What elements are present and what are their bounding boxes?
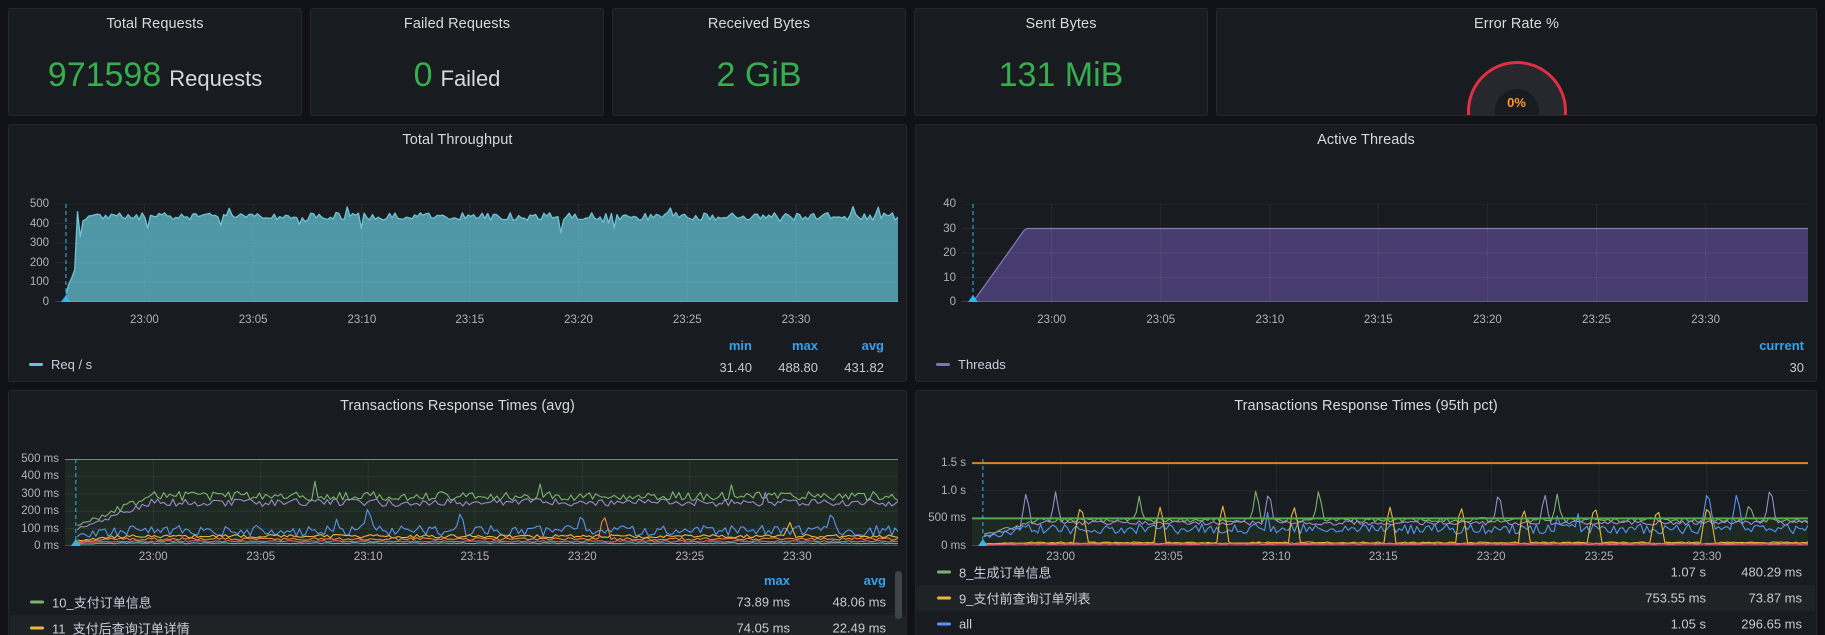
stat-panel-sent-bytes: Sent Bytes 131 MiB bbox=[914, 8, 1208, 116]
panel-title[interactable]: Transactions Response Times (95th pct) bbox=[916, 398, 1816, 414]
y-axis: 1.5 s1.0 s500 ms0 ms bbox=[916, 459, 966, 546]
grafana-dashboard: Total Requests 971598Requests Failed Req… bbox=[0, 0, 1825, 635]
legend-item-reqs[interactable]: Req / s bbox=[29, 357, 92, 372]
panel-title[interactable]: Active Threads bbox=[916, 132, 1816, 148]
legend-row-8[interactable]: 8_生成订单信息 1.07 s 480.29 ms bbox=[917, 559, 1815, 585]
series-color-dash bbox=[29, 363, 43, 366]
legend-row-11[interactable]: 11_支付后查询订单详情 74.05 ms 22.49 ms bbox=[10, 615, 905, 635]
legend-header: min max avg bbox=[686, 338, 884, 353]
legend-values: 30 bbox=[1732, 360, 1804, 375]
stat-panel-received-bytes: Received Bytes 2 GiB bbox=[612, 8, 906, 116]
stat-value-sent-bytes: 131 MiB bbox=[999, 58, 1124, 92]
chart-panel-active-threads: Active Threads 403020100 23:0023:0523:10… bbox=[915, 124, 1817, 382]
threads-plot-area[interactable] bbox=[962, 204, 1808, 302]
legend-row-9[interactable]: 9_支付前查询订单列表 753.55 ms 73.87 ms bbox=[917, 585, 1815, 611]
panel-title[interactable]: Failed Requests bbox=[311, 16, 603, 32]
x-axis: 23:0023:0523:1023:1523:2023:2523:30 bbox=[9, 551, 906, 567]
gauge-value: 0% bbox=[1470, 95, 1564, 110]
legend-row-all[interactable]: all 1.05 s 296.65 ms bbox=[917, 611, 1815, 635]
panel-title[interactable]: Total Requests bbox=[9, 16, 301, 32]
rt-95-plot-area[interactable] bbox=[972, 459, 1808, 546]
panel-title[interactable]: Total Throughput bbox=[9, 132, 906, 148]
panel-title[interactable]: Received Bytes bbox=[613, 16, 905, 32]
stat-value-received-bytes: 2 GiB bbox=[716, 58, 801, 92]
legend-scrollbar[interactable] bbox=[895, 571, 902, 619]
series-color-dash bbox=[936, 363, 950, 366]
stat-panel-failed-requests: Failed Requests 0Failed bbox=[310, 8, 604, 116]
stat-value-failed-requests: 0Failed bbox=[414, 58, 501, 92]
series-color-dash bbox=[30, 627, 44, 630]
legend-values: 31.40 488.80 431.82 bbox=[686, 360, 884, 375]
series-color-dash bbox=[937, 571, 951, 574]
panel-title[interactable]: Sent Bytes bbox=[915, 16, 1207, 32]
legend-header: current bbox=[1732, 338, 1804, 353]
error-rate-gauge: 0% bbox=[1467, 61, 1567, 116]
chart-panel-response-times-avg: Transactions Response Times (avg) 500 ms… bbox=[8, 390, 907, 635]
chart-panel-total-throughput: Total Throughput 5004003002001000 23:002… bbox=[8, 124, 907, 382]
panel-title[interactable]: Transactions Response Times (avg) bbox=[9, 398, 906, 414]
rt-avg-plot-area[interactable] bbox=[65, 459, 898, 546]
y-axis: 500 ms400 ms300 ms200 ms100 ms0 ms bbox=[9, 459, 59, 546]
panel-title[interactable]: Error Rate % bbox=[1217, 16, 1816, 32]
legend-header: max avg bbox=[694, 573, 886, 588]
legend-item-threads[interactable]: Threads bbox=[936, 357, 1006, 372]
x-axis: 23:0023:0523:1023:1523:2023:2523:30 bbox=[9, 314, 906, 330]
stat-panel-total-requests: Total Requests 971598Requests bbox=[8, 8, 302, 116]
series-color-dash bbox=[937, 623, 951, 626]
y-axis: 5004003002001000 bbox=[9, 204, 49, 302]
series-color-dash bbox=[937, 597, 951, 600]
y-axis: 403020100 bbox=[916, 204, 956, 302]
series-color-dash bbox=[30, 601, 44, 604]
legend-row-10[interactable]: 10_支付订单信息 73.89 ms 48.06 ms bbox=[10, 589, 905, 615]
stat-value-total-requests: 971598Requests bbox=[48, 58, 262, 92]
gauge-panel-error-rate: Error Rate % 0% bbox=[1216, 8, 1817, 116]
chart-panel-response-times-95pct: Transactions Response Times (95th pct) 1… bbox=[915, 390, 1817, 635]
throughput-plot-area[interactable] bbox=[55, 204, 898, 302]
x-axis: 23:0023:0523:1023:1523:2023:2523:30 bbox=[916, 314, 1816, 330]
